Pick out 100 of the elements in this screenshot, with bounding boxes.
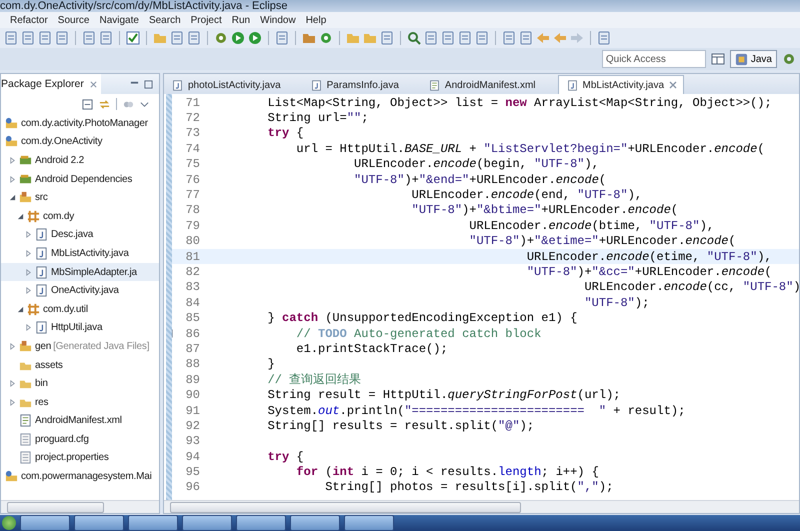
- tree-item-label: gen: [35, 340, 52, 352]
- play-icon[interactable]: [248, 31, 262, 45]
- taskbar-button[interactable]: [290, 515, 340, 531]
- tree-item[interactable]: OneActivity.java: [1, 281, 159, 300]
- taskbar-button[interactable]: [128, 515, 178, 531]
- project-icon: [5, 470, 18, 484]
- tree-item[interactable]: MbSimpleAdapter.ja: [1, 262, 159, 282]
- tree-item-label: OneActivity.java: [51, 285, 119, 296]
- source-folder-icon: [19, 191, 32, 204]
- tree-item[interactable]: com.dy: [1, 206, 159, 226]
- code-line: "UTF-8")+"&btime="+URLEncoder.encode(: [410, 203, 678, 218]
- collapsed-arrow-icon[interactable]: [25, 324, 32, 332]
- menu-item[interactable]: Search: [148, 14, 181, 26]
- tree-item[interactable]: proguard.cfg: [1, 430, 159, 449]
- collapsed-arrow-icon[interactable]: [25, 268, 32, 276]
- expanded-arrow-icon[interactable]: [9, 194, 16, 202]
- taskbar-button[interactable]: [20, 515, 70, 531]
- taskbar-button[interactable]: [74, 515, 124, 531]
- line-number: 74: [184, 142, 200, 156]
- horizontal-scrollbar[interactable]: [1, 500, 159, 513]
- checkbox-icon[interactable]: [126, 31, 140, 45]
- tree-item[interactable]: gen [Generated Java Files]: [1, 337, 159, 356]
- source-folder-icon: [19, 340, 32, 353]
- file-icon: [19, 432, 32, 446]
- line-number: 83: [184, 280, 200, 294]
- code-line: URLEncoder.encode(btime, "UTF-8"),: [468, 218, 714, 233]
- taskbar-button[interactable]: [344, 515, 394, 531]
- tree-item[interactable]: com.powermanagesystem.Mai: [1, 467, 159, 486]
- collapse-all-icon[interactable]: [82, 98, 93, 110]
- tree-item[interactable]: res: [1, 392, 159, 412]
- expanded-arrow-icon[interactable]: [17, 306, 24, 313]
- code-line: String url="";: [266, 111, 368, 126]
- package-icon[interactable]: [302, 31, 316, 45]
- project-icon: [5, 135, 18, 148]
- tree-item[interactable]: assets: [1, 356, 159, 374]
- editor-tab[interactable]: ParamsInfo.java: [302, 76, 421, 94]
- quick-access-field[interactable]: Quick Access: [602, 50, 706, 68]
- menu-item[interactable]: Source: [58, 14, 90, 26]
- tree-item[interactable]: HttpUtil.java: [1, 318, 159, 338]
- menu-item[interactable]: Refactor: [10, 14, 48, 26]
- code-line: for (int i = 0; i < results.length; i++) {: [295, 465, 599, 480]
- code-line: URLEncoder.encode(etime, "UTF-8"),: [526, 250, 772, 264]
- search-icon[interactable]: [407, 31, 421, 45]
- tree-item[interactable]: MbListActivity.java: [1, 244, 159, 263]
- view-tab[interactable]: Package Explorer: [1, 74, 101, 94]
- menu-item[interactable]: Project: [190, 14, 222, 26]
- project-icon: [5, 116, 18, 130]
- start-button[interactable]: [2, 516, 16, 530]
- tree-item[interactable]: Desc.java: [1, 226, 159, 244]
- tree-item[interactable]: Android 2.2: [1, 151, 159, 170]
- menu-item[interactable]: Run: [232, 14, 250, 26]
- tree-item-decoration: [Generated Java Files]: [53, 340, 150, 352]
- xml-file-icon: [19, 414, 32, 428]
- editor-tab[interactable]: MbListActivity.java: [558, 75, 684, 94]
- collapsed-arrow-icon[interactable]: [9, 176, 16, 183]
- collapsed-arrow-icon[interactable]: [9, 342, 16, 350]
- line-number: 81: [184, 250, 200, 264]
- line-number: 82: [184, 264, 200, 279]
- code-line: "UTF-8")+"&etime="+URLEncoder.encode(: [468, 234, 736, 248]
- tree-item[interactable]: com.dy.util: [1, 300, 159, 319]
- collapsed-arrow-icon[interactable]: [25, 250, 32, 257]
- editor-tab[interactable]: photoListActivity.java: [164, 76, 303, 94]
- tree-item[interactable]: bin: [1, 374, 159, 393]
- tree-item[interactable]: src: [1, 188, 159, 207]
- close-icon[interactable]: [90, 80, 97, 88]
- taskbar-button[interactable]: [182, 515, 232, 531]
- tree-item-label: Android 2.2: [35, 154, 84, 166]
- play-icon[interactable]: [231, 31, 245, 45]
- perspective-button[interactable]: Java: [730, 50, 777, 68]
- link-arrows-icon[interactable]: [99, 98, 110, 110]
- dropdown-caret-icon[interactable]: [140, 100, 149, 108]
- collapsed-arrow-icon[interactable]: [25, 231, 32, 238]
- tree-item[interactable]: com.dy.activity.PhotoManager: [1, 114, 159, 133]
- tree-item[interactable]: AndroidManifest.xml: [1, 412, 159, 430]
- expanded-arrow-icon[interactable]: [17, 212, 24, 220]
- tree-item[interactable]: Android Dependencies: [1, 170, 159, 188]
- line-number: 90: [184, 388, 200, 402]
- editor-tab[interactable]: AndroidManifest.xml: [420, 76, 558, 94]
- menu-item[interactable]: Navigate: [99, 14, 139, 26]
- tree-item-label: AndroidManifest.xml: [35, 415, 122, 426]
- tree-item[interactable]: com.dy.OneActivity: [1, 132, 159, 152]
- collapsed-arrow-icon[interactable]: [9, 398, 16, 406]
- line-number: 86: [184, 326, 200, 341]
- line-number: 85: [184, 311, 200, 326]
- close-icon[interactable]: [669, 81, 678, 89]
- arrow-left-icon[interactable]: [553, 31, 567, 45]
- line-number: 80: [184, 234, 200, 248]
- tree-item-label: com.dy.OneActivity: [21, 136, 102, 148]
- collapsed-arrow-icon[interactable]: [25, 287, 32, 294]
- taskbar-button[interactable]: [236, 515, 286, 531]
- collapsed-arrow-icon[interactable]: [9, 380, 16, 388]
- menu-item[interactable]: Help: [306, 14, 326, 26]
- maximize-icon[interactable]: [144, 80, 153, 88]
- collapsed-arrow-icon[interactable]: [9, 156, 16, 164]
- file-icon: [19, 451, 32, 464]
- tree-item[interactable]: project.properties: [1, 448, 159, 468]
- menu-item[interactable]: Window: [260, 14, 296, 26]
- horizontal-scrollbar[interactable]: [164, 500, 799, 513]
- window-icon[interactable]: [710, 52, 725, 66]
- arrow-left-icon[interactable]: [536, 31, 550, 45]
